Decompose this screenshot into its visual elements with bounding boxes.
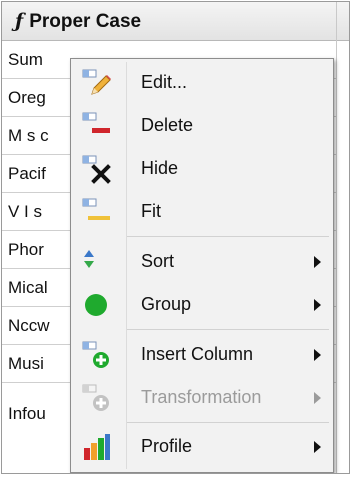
pencil-edit-icon bbox=[80, 67, 112, 99]
submenu-arrow-icon bbox=[314, 441, 321, 453]
submenu-arrow-icon bbox=[314, 392, 321, 404]
table-cell: Pacif bbox=[8, 164, 46, 183]
menu-item-edit[interactable]: Edit... bbox=[71, 61, 333, 104]
menu-item-label: Sort bbox=[141, 251, 175, 271]
menu-separator bbox=[127, 236, 329, 237]
table-cell: Infou bbox=[8, 404, 46, 423]
menu-item-profile[interactable]: Profile bbox=[71, 425, 333, 468]
column-title: Proper Case bbox=[29, 11, 142, 32]
table-cell: Phor bbox=[8, 240, 44, 259]
table-cell: V I s bbox=[8, 202, 43, 221]
hide-x-icon bbox=[80, 153, 112, 185]
transformation-icon bbox=[80, 382, 112, 414]
menu-item-sort[interactable]: Sort bbox=[71, 240, 333, 283]
column-context-menu: Edit... Delete Hide Fit Sort Group Inser… bbox=[70, 58, 334, 473]
menu-item-group[interactable]: Group bbox=[71, 283, 333, 326]
delete-minus-icon bbox=[80, 110, 112, 142]
menu-item-hide[interactable]: Hide bbox=[71, 147, 333, 190]
menu-item-label: Group bbox=[141, 294, 192, 314]
menu-item-transformation: Transformation bbox=[71, 376, 333, 419]
table-cell: Oreg bbox=[8, 88, 46, 107]
data-grid-panel: ƒ Proper Case Sum Oreg M s c Pacif V I s … bbox=[1, 1, 350, 474]
fit-column-icon bbox=[80, 196, 112, 228]
bar-chart-icon bbox=[80, 431, 112, 463]
table-cell: Mical bbox=[8, 278, 48, 297]
menu-item-insert-column[interactable]: Insert Column bbox=[71, 333, 333, 376]
menu-item-label: Edit... bbox=[141, 72, 188, 92]
submenu-arrow-icon bbox=[314, 256, 321, 268]
table-cell: Musi bbox=[8, 354, 44, 373]
column-header-title: ƒ Proper Case bbox=[15, 2, 141, 41]
menu-item-label: Profile bbox=[141, 436, 193, 456]
menu-item-label: Delete bbox=[141, 115, 194, 135]
menu-item-label: Insert Column bbox=[141, 344, 254, 364]
table-cell: M s c bbox=[8, 126, 49, 145]
submenu-arrow-icon bbox=[314, 349, 321, 361]
submenu-arrow-icon bbox=[314, 299, 321, 311]
function-icon: ƒ bbox=[15, 10, 24, 32]
insert-column-plus-icon bbox=[80, 339, 112, 371]
menu-item-fit[interactable]: Fit bbox=[71, 190, 333, 233]
menu-item-label: Hide bbox=[141, 158, 179, 178]
table-cell: Nccw bbox=[8, 316, 50, 335]
menu-item-label: Transformation bbox=[141, 387, 262, 407]
column-header[interactable]: ƒ Proper Case bbox=[2, 2, 349, 41]
sort-arrows-icon bbox=[80, 246, 112, 278]
menu-item-delete[interactable]: Delete bbox=[71, 104, 333, 147]
green-dot-icon bbox=[80, 289, 112, 321]
menu-separator bbox=[127, 329, 329, 330]
menu-separator bbox=[127, 422, 329, 423]
menu-item-label: Fit bbox=[141, 201, 161, 221]
column-divider bbox=[336, 2, 337, 473]
table-cell: Sum bbox=[8, 50, 43, 69]
